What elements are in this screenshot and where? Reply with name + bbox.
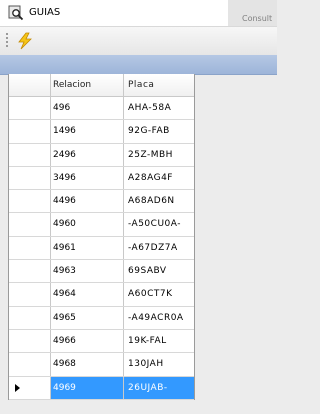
table-row[interactable]: 4960 -A50CU0A- <box>9 213 194 237</box>
row-selector[interactable] <box>9 283 51 306</box>
data-grid: Relacion Placa 496 AHA-58A 1496 92G-FAB 2496… <box>8 74 195 400</box>
table-row[interactable]: 4968 130JAH <box>9 353 194 377</box>
cell-relacion[interactable]: 4961 <box>51 236 124 260</box>
cell-placa[interactable]: 69SABV <box>124 260 194 282</box>
table-row[interactable]: 4969 26UJAB- <box>9 376 194 400</box>
cell-relacion[interactable]: 4960 <box>51 213 124 236</box>
title-bar: GUIAS Consult <box>0 0 277 27</box>
cell-relacion[interactable]: 3496 <box>51 166 124 190</box>
cell-relacion[interactable]: 4496 <box>51 190 124 213</box>
grid-caption-band <box>0 55 277 75</box>
cell-relacion[interactable]: 2496 <box>51 143 124 166</box>
table-row[interactable]: 4964 A60CT7K <box>9 283 194 307</box>
cell-placa[interactable]: A68AD6N <box>124 190 194 212</box>
row-selector[interactable] <box>9 376 51 399</box>
cell-placa[interactable]: 19K-FAL <box>124 330 194 352</box>
table-row[interactable]: 4496 A68AD6N <box>9 190 194 214</box>
cell-placa[interactable]: -A67DZ7A <box>124 237 194 259</box>
table-row[interactable]: 4961 -A67DZ7A <box>9 236 194 261</box>
cell-relacion[interactable]: 496 <box>51 97 124 120</box>
cell-placa[interactable]: -A50CU0A- <box>124 213 194 235</box>
table-row[interactable]: 3496 A28AG4F <box>9 166 194 191</box>
cell-placa[interactable]: 25Z-MBH <box>124 144 194 166</box>
cell-relacion[interactable]: 4968 <box>51 353 124 376</box>
row-selector[interactable] <box>9 143 51 166</box>
row-selector[interactable] <box>9 213 51 236</box>
column-header-relacion[interactable]: Relacion <box>51 74 124 96</box>
row-selector[interactable] <box>9 190 51 213</box>
cell-placa[interactable]: 26UJAB- <box>124 376 194 399</box>
background-window-text: Consult <box>242 14 273 23</box>
row-selector[interactable] <box>9 260 51 283</box>
cell-placa[interactable]: 92G-FAB <box>124 120 194 142</box>
cell-relacion[interactable]: 4966 <box>51 329 124 353</box>
cell-relacion[interactable]: 1496 <box>51 120 124 143</box>
row-selector[interactable] <box>9 120 51 143</box>
cell-placa[interactable]: AHA-58A <box>124 97 194 119</box>
table-row[interactable]: 2496 25Z-MBH <box>9 143 194 167</box>
row-selector[interactable] <box>9 306 51 329</box>
background-window-strip: Consult <box>228 0 277 26</box>
cell-relacion[interactable]: 4963 <box>51 260 124 283</box>
toolbar-grip[interactable] <box>6 33 8 49</box>
lightning-bolt-icon[interactable] <box>14 31 36 51</box>
table-row[interactable]: 4963 69SABV <box>9 260 194 284</box>
row-header-corner[interactable] <box>9 74 51 96</box>
cell-relacion[interactable]: 4964 <box>51 283 124 306</box>
column-header-placa[interactable]: Placa <box>124 74 194 96</box>
cell-placa[interactable]: 130JAH <box>124 353 194 375</box>
row-selector[interactable] <box>9 97 51 120</box>
row-selector[interactable] <box>9 236 51 260</box>
grid-header-row: Relacion Placa <box>9 74 194 97</box>
window-title: GUIAS <box>29 7 61 18</box>
current-row-arrow-icon <box>15 383 20 392</box>
cell-relacion[interactable]: 4965 <box>51 306 124 329</box>
cell-placa[interactable]: -A49ACR0A <box>124 307 194 329</box>
table-row[interactable]: 4966 19K-FAL <box>9 329 194 354</box>
toolbar <box>0 27 277 56</box>
table-row[interactable]: 4965 -A49ACR0A <box>9 306 194 330</box>
row-selector[interactable] <box>9 329 51 353</box>
cell-relacion[interactable]: 4969 <box>51 376 124 399</box>
row-selector[interactable] <box>9 166 51 190</box>
table-row[interactable]: 1496 92G-FAB <box>9 120 194 144</box>
cell-placa[interactable]: A28AG4F <box>124 167 194 189</box>
row-selector[interactable] <box>9 353 51 376</box>
magnifier-window-icon <box>8 5 24 21</box>
cell-placa[interactable]: A60CT7K <box>124 283 194 305</box>
table-row[interactable]: 496 AHA-58A <box>9 97 194 121</box>
